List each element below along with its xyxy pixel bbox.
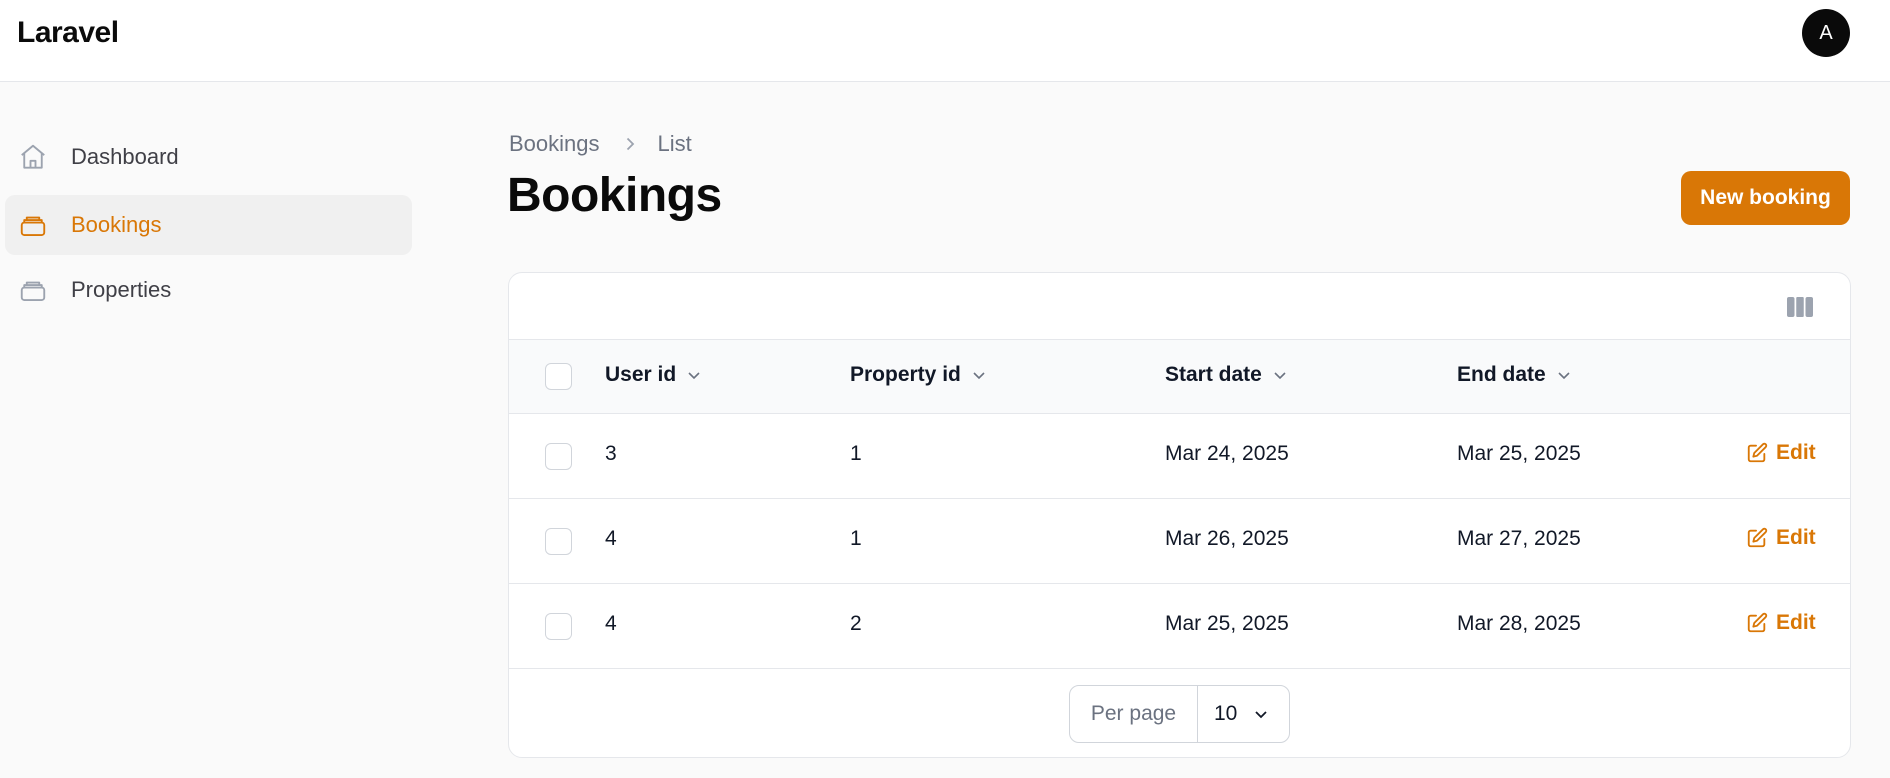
row-checkbox[interactable] (545, 528, 572, 555)
column-label: Property id (850, 363, 961, 386)
home-icon (21, 144, 45, 169)
sidebar-item-properties[interactable]: Properties (5, 260, 412, 320)
edit-icon (1747, 442, 1768, 463)
sidebar-item-bookings[interactable]: Bookings (5, 195, 412, 255)
cell-end-date: Mar 28, 2025 (1457, 612, 1581, 635)
column-header-property-id[interactable]: Property id (850, 363, 987, 387)
edit-label: Edit (1776, 526, 1816, 549)
chevron-down-icon (1558, 372, 1570, 380)
edit-icon (1747, 527, 1768, 548)
cell-user-id: 3 (605, 442, 617, 465)
cell-user-id: 4 (605, 527, 617, 550)
edit-label: Edit (1776, 441, 1816, 464)
per-page-label: Per page (1070, 686, 1198, 742)
cell-start-date: Mar 25, 2025 (1165, 612, 1289, 635)
breadcrumb-item-bookings[interactable]: Bookings (509, 131, 600, 157)
column-header-start-date[interactable]: Start date (1165, 363, 1288, 387)
cell-end-date: Mar 25, 2025 (1457, 442, 1581, 465)
chevron-down-icon (688, 372, 700, 380)
cell-property-id: 1 (850, 527, 862, 550)
cell-property-id: 1 (850, 442, 862, 465)
breadcrumb: Bookings List (509, 130, 692, 158)
cell-start-date: Mar 24, 2025 (1165, 442, 1289, 465)
edit-button[interactable]: Edit (1746, 526, 1816, 550)
per-page-selector: Per page 10 (1069, 685, 1290, 743)
top-bar: Laravel A (0, 0, 1890, 82)
cell-start-date: Mar 26, 2025 (1165, 527, 1289, 550)
edit-button[interactable]: Edit (1746, 611, 1816, 635)
edit-icon (1747, 612, 1768, 633)
sidebar: Dashboard Bookings Properties (0, 82, 420, 778)
column-label: User id (605, 363, 677, 386)
new-booking-button[interactable]: New booking (1681, 171, 1850, 225)
page-title: Bookings (507, 169, 722, 222)
column-header-user-id[interactable]: User id (605, 363, 702, 387)
per-page-select[interactable]: 10 (1198, 686, 1289, 742)
table-row[interactable]: 4 1 Mar 26, 2025 Mar 27, 2025 Edit (509, 499, 1850, 584)
chevron-down-icon (1274, 372, 1286, 380)
sidebar-item-label: Properties (71, 277, 172, 302)
sidebar-item-label: Bookings (71, 212, 162, 237)
table-toolbar (509, 273, 1850, 340)
stack-icon (20, 281, 46, 301)
stack-icon (20, 216, 46, 236)
breadcrumb-item-list: List (657, 131, 692, 156)
table-row[interactable]: 3 1 Mar 24, 2025 Mar 25, 2025 Edit (509, 414, 1850, 499)
row-checkbox[interactable] (545, 443, 572, 470)
select-all-checkbox[interactable] (545, 363, 572, 390)
edit-button[interactable]: Edit (1746, 441, 1816, 465)
cell-user-id: 4 (605, 612, 617, 635)
edit-label: Edit (1776, 611, 1816, 634)
chevron-down-icon (1255, 711, 1267, 719)
table-row[interactable]: 4 2 Mar 25, 2025 Mar 28, 2025 Edit (509, 584, 1850, 669)
column-header-end-date[interactable]: End date (1457, 363, 1572, 387)
chevron-right-icon (626, 137, 634, 151)
brand-logo[interactable]: Laravel (17, 16, 119, 50)
per-page-value: 10 (1214, 702, 1238, 725)
user-avatar[interactable]: A (1802, 9, 1850, 57)
table-header: User id Property id Start date End date (509, 340, 1850, 414)
column-label: End date (1457, 363, 1546, 386)
sidebar-item-label: Dashboard (71, 144, 179, 169)
cell-property-id: 2 (850, 612, 862, 635)
sidebar-item-dashboard[interactable]: Dashboard (5, 127, 412, 187)
chevron-down-icon (973, 372, 985, 380)
cell-end-date: Mar 27, 2025 (1457, 527, 1581, 550)
bookings-table: User id Property id Start date End date … (508, 272, 1851, 758)
column-label: Start date (1165, 363, 1262, 386)
columns-icon[interactable] (1786, 295, 1814, 319)
row-checkbox[interactable] (545, 613, 572, 640)
